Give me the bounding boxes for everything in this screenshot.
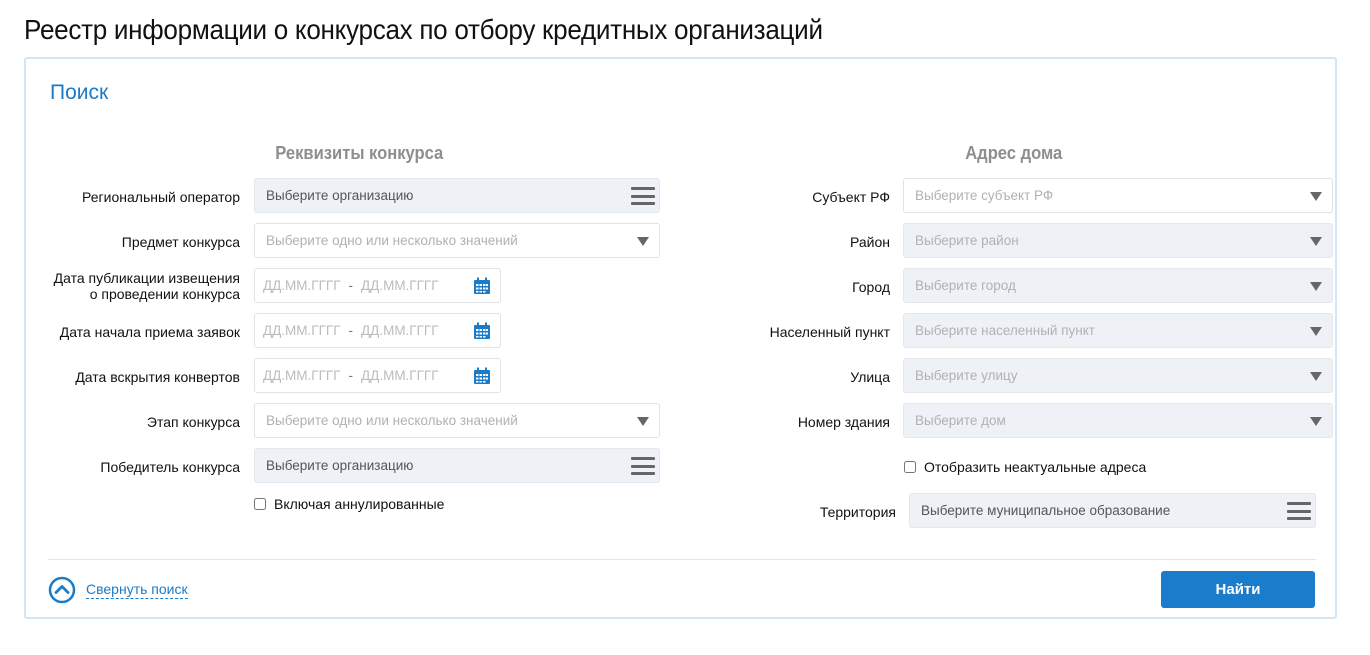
calendar-icon[interactable] <box>473 277 491 295</box>
district-placeholder: Выберите район <box>915 233 1019 248</box>
application-start-label: Дата начала приема заявок <box>59 324 240 340</box>
building-placeholder: Выберите дом <box>915 413 1006 428</box>
street-placeholder: Выберите улицу <box>915 368 1018 383</box>
search-panel-title: Поиск <box>50 81 109 104</box>
date-separator: - <box>348 368 354 383</box>
stage-placeholder: Выберите одно или несколько значений <box>266 413 518 428</box>
divider <box>48 559 1316 560</box>
region-placeholder: Выберите субъект РФ <box>915 188 1054 203</box>
application-start-to[interactable]: ДД.ММ.ГГГГ <box>361 323 439 338</box>
building-label: Номер здания <box>797 414 890 430</box>
collapse-search[interactable]: Свернуть поиск <box>48 576 188 604</box>
collapse-search-link[interactable]: Свернуть поиск <box>86 581 188 599</box>
application-start-range[interactable]: ДД.ММ.ГГГГ - ДД.ММ.ГГГГ <box>254 313 501 348</box>
settlement-select[interactable]: Выберите населенный пункт <box>903 313 1333 348</box>
chevron-down-icon[interactable] <box>637 417 649 426</box>
chevron-down-icon[interactable] <box>1310 192 1322 201</box>
show-outdated-checkbox[interactable]: Отобразить неактуальные адреса <box>904 459 1146 475</box>
envelope-opening-to[interactable]: ДД.ММ.ГГГГ <box>361 368 439 383</box>
chevron-down-icon[interactable] <box>1310 282 1322 291</box>
stage-label: Этап конкурса <box>146 414 240 430</box>
menu-icon[interactable] <box>1287 502 1311 520</box>
publication-date-label-line1: Дата публикации извещения <box>53 270 240 286</box>
date-separator: - <box>348 278 354 293</box>
envelope-opening-label: Дата вскрытия конвертов <box>75 369 240 385</box>
building-select[interactable]: Выберите дом <box>903 403 1333 438</box>
menu-icon[interactable] <box>631 187 655 205</box>
include-annulled-label: Включая аннулированные <box>274 496 445 512</box>
winner-placeholder: Выберите организацию <box>266 458 414 473</box>
calendar-icon[interactable] <box>473 322 491 340</box>
district-select[interactable]: Выберите район <box>903 223 1333 258</box>
publication-date-range[interactable]: ДД.ММ.ГГГГ - ДД.ММ.ГГГГ <box>254 268 501 303</box>
regional-operator-placeholder: Выберите организацию <box>266 188 414 203</box>
right-column-header: Адрес дома <box>965 143 1063 163</box>
city-select[interactable]: Выберите город <box>903 268 1333 303</box>
district-label: Район <box>850 234 890 250</box>
show-outdated-label: Отобразить неактуальные адреса <box>924 459 1147 475</box>
search-panel: Поиск Реквизиты конкурса Региональный оп… <box>24 57 1337 619</box>
publication-date-label: Дата публикации извещения о проведении к… <box>36 270 240 302</box>
show-outdated-input[interactable] <box>904 461 916 473</box>
region-label: Субъект РФ <box>812 189 890 205</box>
chevron-down-icon[interactable] <box>637 237 649 246</box>
chevron-up-circle-icon[interactable] <box>48 576 76 604</box>
publication-date-from[interactable]: ДД.ММ.ГГГГ <box>263 278 341 293</box>
find-button[interactable]: Найти <box>1161 571 1315 608</box>
publication-date-label-line2: о проведении конкурса <box>89 286 240 302</box>
chevron-down-icon[interactable] <box>1310 372 1322 381</box>
chevron-down-icon[interactable] <box>1310 327 1322 336</box>
left-column-header: Реквизиты конкурса <box>275 143 444 163</box>
calendar-icon[interactable] <box>473 367 491 385</box>
chevron-down-icon[interactable] <box>1310 237 1322 246</box>
envelope-opening-range[interactable]: ДД.ММ.ГГГГ - ДД.ММ.ГГГГ <box>254 358 501 393</box>
street-label: Улица <box>850 369 890 385</box>
menu-icon[interactable] <box>631 457 655 475</box>
street-select[interactable]: Выберите улицу <box>903 358 1333 393</box>
regional-operator-select[interactable]: Выберите организацию <box>254 178 660 213</box>
chevron-down-icon[interactable] <box>1310 417 1322 426</box>
territory-placeholder: Выберите муниципальное образование <box>921 503 1171 518</box>
settlement-label: Населенный пункт <box>769 324 890 340</box>
date-separator: - <box>348 323 354 338</box>
settlement-placeholder: Выберите населенный пункт <box>915 323 1095 338</box>
city-placeholder: Выберите город <box>915 278 1016 293</box>
territory-select[interactable]: Выберите муниципальное образование <box>909 493 1316 528</box>
include-annulled-checkbox[interactable]: Включая аннулированные <box>254 496 444 512</box>
envelope-opening-from[interactable]: ДД.ММ.ГГГГ <box>263 368 341 383</box>
subject-select[interactable]: Выберите одно или несколько значений <box>254 223 660 258</box>
page-title: Реестр информации о конкурсах по отбору … <box>24 14 823 45</box>
region-select[interactable]: Выберите субъект РФ <box>903 178 1333 213</box>
winner-select[interactable]: Выберите организацию <box>254 448 660 483</box>
winner-label: Победитель конкурса <box>100 459 240 475</box>
include-annulled-input[interactable] <box>254 498 266 510</box>
territory-label: Территория <box>819 504 896 520</box>
stage-select[interactable]: Выберите одно или несколько значений <box>254 403 660 438</box>
city-label: Город <box>852 279 890 295</box>
publication-date-to[interactable]: ДД.ММ.ГГГГ <box>361 278 439 293</box>
subject-label: Предмет конкурса <box>121 234 240 250</box>
regional-operator-label: Региональный оператор <box>82 189 240 205</box>
application-start-from[interactable]: ДД.ММ.ГГГГ <box>263 323 341 338</box>
subject-placeholder: Выберите одно или несколько значений <box>266 233 518 248</box>
